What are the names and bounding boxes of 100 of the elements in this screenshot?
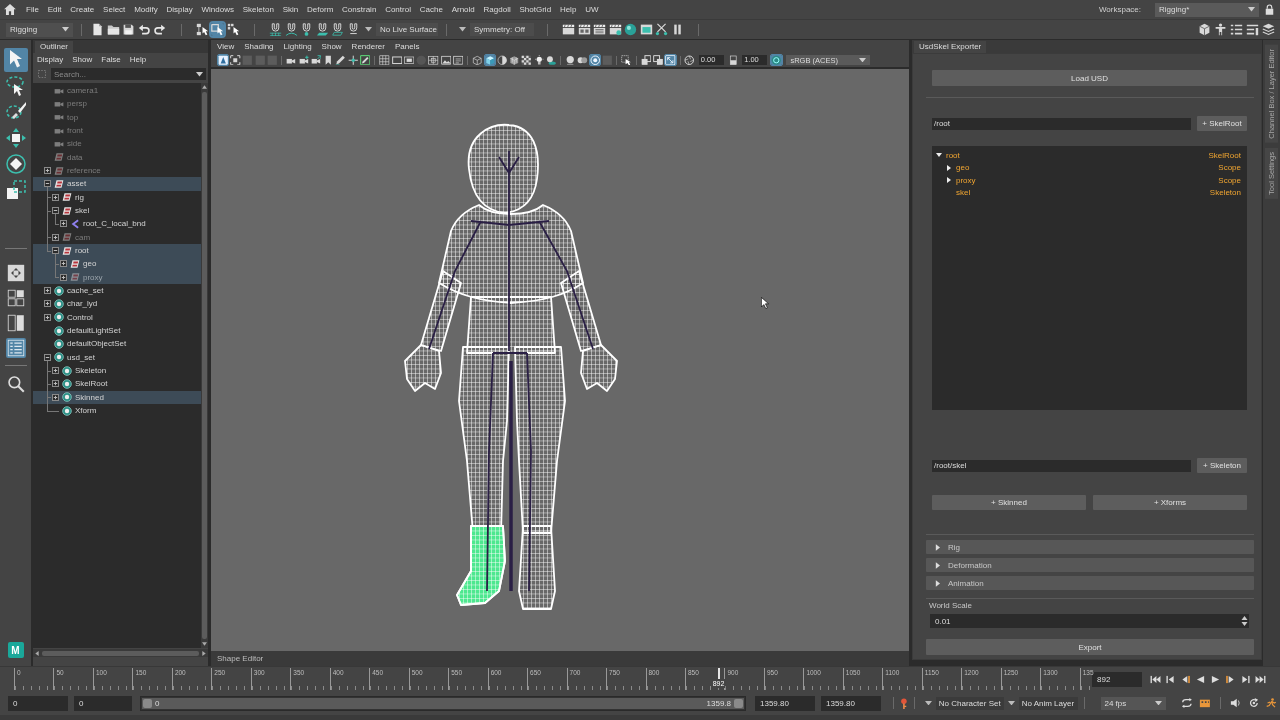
clapperboard-frames-icon[interactable] xyxy=(577,23,591,36)
range-bar[interactable]: 0 1359.8 xyxy=(142,697,744,709)
menu-item[interactable]: Control xyxy=(385,5,411,14)
outliner-item[interactable]: defaultLightSet xyxy=(33,323,201,338)
anim-layer-menu[interactable]: No Anim Layer xyxy=(1018,696,1078,710)
shaded-cube-icon[interactable] xyxy=(484,54,495,66)
screen-icon[interactable] xyxy=(639,23,653,36)
bookmark-icon[interactable] xyxy=(323,54,334,66)
search-field[interactable]: Search... xyxy=(51,68,206,80)
cube-icon[interactable] xyxy=(1197,23,1211,36)
outliner-item[interactable]: camera1 xyxy=(33,84,201,98)
symmetry-field[interactable]: Symmetry: Off xyxy=(470,23,534,36)
light-bulb-icon[interactable] xyxy=(533,54,545,66)
image-icon[interactable] xyxy=(440,54,452,66)
circular-arrow-icon[interactable] xyxy=(1247,698,1260,708)
outliner-item[interactable]: cam xyxy=(33,230,201,244)
prim-name[interactable]: skel xyxy=(956,188,971,198)
workspace-dropdown[interactable]: Rigging* xyxy=(1155,2,1259,17)
outliner-item[interactable]: data xyxy=(33,150,201,164)
collapse-box-icon[interactable] xyxy=(43,353,51,361)
key-icon[interactable] xyxy=(900,697,908,709)
overlapping-squares-icon[interactable] xyxy=(652,54,664,66)
two-spheres-icon[interactable] xyxy=(577,54,588,66)
collapse-box-icon[interactable] xyxy=(51,247,59,255)
expand-box-icon[interactable] xyxy=(43,300,51,308)
search-icon[interactable] xyxy=(5,374,26,394)
expand-box-icon[interactable] xyxy=(51,380,59,388)
menu-item[interactable]: UW xyxy=(585,5,599,14)
menu-item[interactable]: Shading xyxy=(244,42,274,51)
human-figure-icon[interactable] xyxy=(1213,23,1227,36)
textured-cube-icon[interactable] xyxy=(509,54,520,66)
caret-down-icon[interactable] xyxy=(936,152,942,159)
expand-box-icon[interactable] xyxy=(43,287,51,295)
outliner-item[interactable]: root xyxy=(33,243,201,258)
outliner-item[interactable]: persp xyxy=(33,97,201,111)
cursor-box-icon[interactable] xyxy=(621,54,632,66)
grid-magnet-icon[interactable] xyxy=(269,23,283,36)
outliner-item[interactable]: defaultObjectSet xyxy=(33,337,201,351)
vertical-scrollbar[interactable] xyxy=(201,83,208,648)
step-back-icon[interactable] xyxy=(1165,674,1176,684)
plane-magnet-icon[interactable] xyxy=(315,23,329,36)
lines-bar-icon[interactable] xyxy=(1245,23,1259,36)
clapperboard-lines-icon[interactable] xyxy=(593,23,607,36)
outliner-item[interactable]: top xyxy=(33,110,201,124)
camera-arrow-icon[interactable] xyxy=(310,54,322,66)
skip-to-start-icon[interactable] xyxy=(1150,674,1161,684)
home-icon[interactable] xyxy=(4,4,16,15)
expand-box-icon[interactable] xyxy=(51,233,59,241)
dots-arrow-icon[interactable] xyxy=(226,23,240,36)
caret-right-icon[interactable] xyxy=(946,164,952,171)
menu-item[interactable]: Ragdoll xyxy=(483,5,511,14)
menu-item[interactable]: Skeleton xyxy=(242,5,274,14)
pen-icon[interactable] xyxy=(335,54,346,66)
four-pane-icon[interactable] xyxy=(5,288,26,308)
prim-name[interactable]: proxy xyxy=(956,175,976,185)
crosshair-icon[interactable] xyxy=(347,54,359,66)
file-icon[interactable] xyxy=(91,23,105,36)
outliner-item[interactable]: rig xyxy=(33,190,201,204)
wide-frame-icon[interactable] xyxy=(391,54,403,66)
four-arrows-tile-icon[interactable] xyxy=(5,263,26,283)
prim-name[interactable]: root xyxy=(946,150,960,160)
step-forward-icon[interactable] xyxy=(1240,674,1251,684)
outliner-item[interactable]: SkelRoot xyxy=(33,377,201,391)
playhead[interactable] xyxy=(717,668,720,679)
expand-box-icon[interactable] xyxy=(51,193,59,201)
add-skeleton-button[interactable]: + Skeleton xyxy=(1197,458,1247,473)
menu-item[interactable]: False xyxy=(101,55,121,64)
path-field[interactable]: /root/skel xyxy=(932,459,1191,472)
arrow-cursor-icon[interactable] xyxy=(3,48,28,72)
spinner-icon[interactable] xyxy=(1241,615,1248,627)
scissors-icon[interactable] xyxy=(655,23,669,36)
outliner-item[interactable]: char_lyd xyxy=(33,297,201,311)
menu-item[interactable]: Edit xyxy=(47,5,62,14)
add-xforms-button[interactable]: + Xforms xyxy=(1093,495,1247,510)
half-filled-rect-icon[interactable] xyxy=(727,54,739,66)
expand-box-icon[interactable] xyxy=(43,167,51,175)
hierarchy-arrow-icon[interactable] xyxy=(195,23,209,36)
character-set-menu[interactable]: No Character Set xyxy=(935,696,1004,710)
expand-box-icon[interactable] xyxy=(43,313,51,321)
scroll-right-icon[interactable] xyxy=(202,650,206,656)
current-frame-field[interactable]: 892 xyxy=(1092,671,1142,687)
horizontal-scrollbar[interactable] xyxy=(33,649,208,657)
scroll-up-icon[interactable] xyxy=(202,85,207,89)
scroll-left-icon[interactable] xyxy=(35,650,39,656)
world-scale-field[interactable]: 0.01 xyxy=(930,614,1249,628)
caret-icon[interactable] xyxy=(459,27,466,32)
collapse-box-icon[interactable] xyxy=(51,207,59,215)
menu-item[interactable]: Show xyxy=(72,55,93,64)
menu-item[interactable]: Select xyxy=(103,5,126,14)
range-handle[interactable] xyxy=(734,698,743,708)
menu-item[interactable]: Panels xyxy=(394,42,420,51)
loop-icon[interactable] xyxy=(1181,698,1193,708)
menu-item[interactable]: Windows xyxy=(201,5,234,14)
start-frame-field[interactable]: 0 xyxy=(8,695,68,711)
outliner-item[interactable]: Skeleton xyxy=(33,363,201,378)
target-icon[interactable] xyxy=(589,54,601,66)
sphere-icon[interactable] xyxy=(624,23,638,36)
path-field[interactable]: /root xyxy=(932,117,1191,130)
export-button[interactable]: Export xyxy=(926,639,1254,655)
play-backward-icon[interactable] xyxy=(1195,674,1206,684)
